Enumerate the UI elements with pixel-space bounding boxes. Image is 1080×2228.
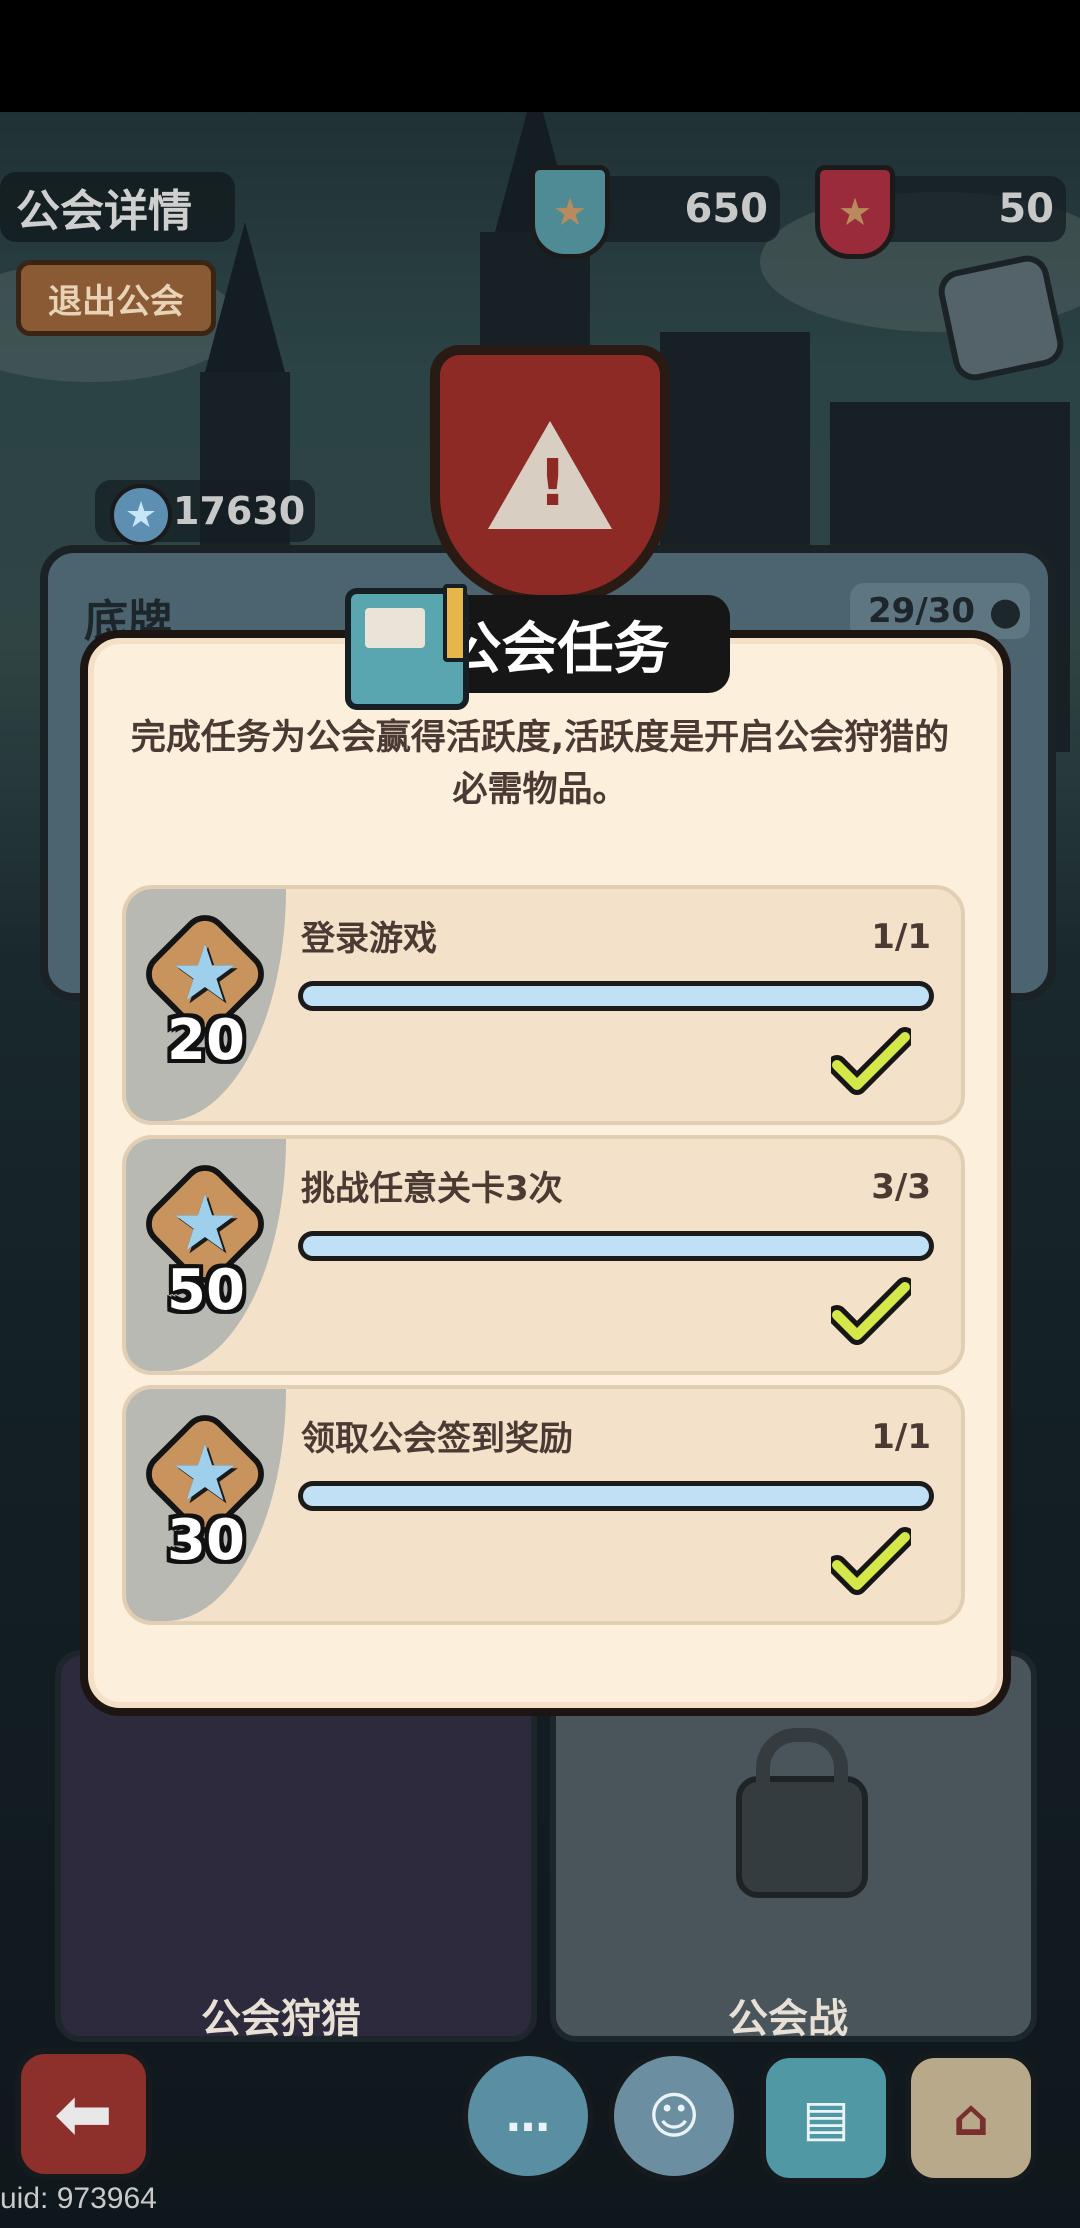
star-icon: ★ [837, 190, 873, 234]
warning-icon: ! [488, 421, 612, 529]
user-id: uid: 973964 [0, 2182, 157, 2215]
task-progress-text: 3/3 [871, 1167, 931, 1207]
dialog-description: 完成任务为公会赢得活跃度,活跃度是开启公会狩猎的必需物品。 [130, 718, 950, 810]
check-icon [831, 1277, 911, 1345]
task-name: 登录游戏 [301, 919, 437, 959]
task-progress-text: 1/1 [871, 917, 931, 957]
leave-guild-button[interactable]: 退出公会 [16, 260, 216, 336]
currency-blue-value: 650 [684, 186, 769, 232]
lock-shackle [756, 1728, 848, 1812]
task-row-checkin: ★ 30 领取公会签到奖励 1/1 [122, 1385, 965, 1625]
book-icon: ▤ [802, 2089, 850, 2147]
task-reward: 30 [167, 1508, 245, 1573]
guild-emblem: ! [430, 345, 670, 605]
star-icon: ★ [110, 484, 172, 546]
task-row-challenge: ★ 50 挑战任意关卡3次 3/3 [122, 1135, 965, 1375]
currency-red-value: 50 [998, 186, 1054, 232]
task-progress-bar [298, 1231, 934, 1261]
task-progress-fill [303, 1486, 929, 1506]
guild-score-value: 17630 [173, 489, 306, 533]
task-row-login: ★ 20 登录游戏 1/1 [122, 885, 965, 1125]
friends-icon: ☺ [647, 2087, 701, 2145]
red-guild-badge-icon: ★ [815, 165, 895, 259]
shop-icon: ⌂ [953, 2089, 989, 2147]
check-icon [831, 1527, 911, 1595]
back-arrow-icon: ⬅ [54, 2073, 113, 2155]
shop-button[interactable]: ⌂ [905, 2052, 1037, 2184]
dice-icon[interactable] [934, 251, 1068, 385]
friends-button[interactable]: ☺ [608, 2050, 740, 2182]
person-icon: ● [988, 589, 1022, 633]
guild-hunt-label: 公会狩猎 [201, 1996, 361, 2042]
star-icon: ★ [552, 190, 588, 234]
guild-war-label: 公会战 [728, 1996, 848, 2042]
blue-guild-badge-icon: ★ [530, 165, 610, 259]
task-name: 挑战任意关卡3次 [301, 1169, 563, 1209]
back-button[interactable]: ⬅ [15, 2048, 152, 2180]
guild-detail-title-text: 公会详情 [16, 186, 192, 237]
check-icon [831, 1027, 911, 1095]
chat-icon: … [506, 2090, 550, 2142]
task-name: 领取公会签到奖励 [301, 1419, 573, 1459]
task-reward: 20 [167, 1008, 245, 1073]
leave-guild-label: 退出公会 [48, 281, 184, 322]
guild-tasks-button[interactable]: ▤ [760, 2052, 892, 2184]
chat-button[interactable]: … [462, 2050, 594, 2182]
task-progress-fill [303, 986, 929, 1006]
task-progress-bar [298, 981, 934, 1011]
guild-detail-title: 公会详情 [0, 172, 235, 242]
task-progress-text: 1/1 [871, 1417, 931, 1457]
dialog-title-text: 公会任务 [445, 616, 670, 682]
task-reward: 50 [167, 1258, 245, 1323]
member-count: 29/30 [868, 591, 976, 631]
task-progress-bar [298, 1481, 934, 1511]
book-icon [345, 584, 469, 710]
task-progress-fill [303, 1236, 929, 1256]
